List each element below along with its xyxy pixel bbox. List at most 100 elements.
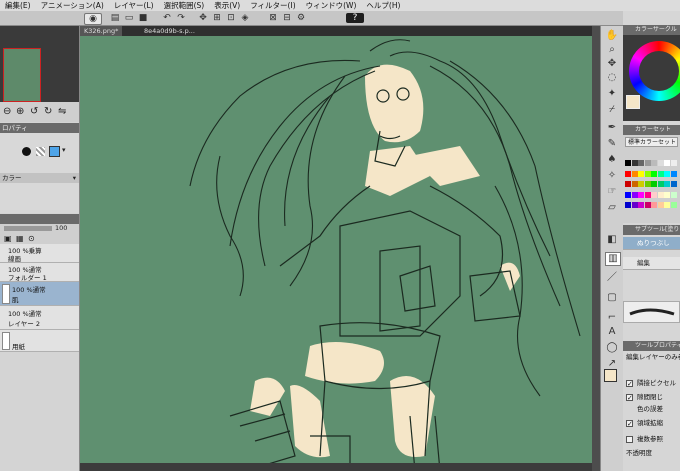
swatch[interactable] — [657, 181, 664, 187]
pen-icon[interactable]: ✒ — [605, 122, 619, 134]
eyedropper-icon[interactable]: ⌿ — [605, 104, 619, 116]
swatch[interactable] — [638, 181, 644, 187]
swatch[interactable] — [670, 170, 677, 177]
layer-row-skin[interactable]: 100 %通常 肌 — [0, 282, 79, 306]
swatch[interactable] — [638, 191, 644, 198]
swatch[interactable] — [638, 202, 644, 208]
menu-selection[interactable]: 選択範囲(S) — [159, 0, 210, 11]
brush-tip-icon[interactable] — [22, 147, 31, 156]
swatch[interactable] — [664, 160, 670, 166]
menu-help[interactable]: ヘルプ(H) — [361, 0, 405, 11]
chevron-down-icon[interactable]: ▾ — [62, 146, 66, 154]
menu-layer[interactable]: レイヤー(L) — [109, 0, 159, 11]
swatch[interactable] — [651, 181, 657, 187]
wand-icon[interactable]: ✦ — [605, 88, 619, 100]
swatch[interactable] — [644, 160, 651, 166]
lasso-icon[interactable]: ◌ — [605, 72, 619, 84]
undo-icon[interactable]: ↶ — [162, 13, 172, 23]
redo-icon[interactable]: ↷ — [176, 13, 186, 23]
deselect-icon[interactable]: ⊡ — [226, 13, 236, 23]
transform-icon[interactable]: ✥ — [198, 13, 208, 23]
layer-row-layer2[interactable]: 100 %通常 レイヤー 2 — [0, 306, 79, 330]
swatch[interactable] — [657, 170, 664, 177]
prop-area-scaling[interactable]: ✓ 領域拡縮 — [623, 417, 680, 430]
swatch[interactable] — [670, 160, 677, 166]
flip-icon[interactable]: ⇋ — [58, 106, 66, 117]
canvas-area[interactable]: K326.png* 8e4a0d9b-s.p... — [80, 26, 592, 471]
swatch[interactable] — [631, 170, 638, 177]
swatch[interactable] — [664, 191, 670, 198]
color-circle-tab[interactable]: カラーサークル — [623, 25, 680, 35]
swatch[interactable] — [670, 202, 677, 208]
zoom-out-icon[interactable]: ⊖ — [3, 106, 11, 117]
blend-icon[interactable]: ☞ — [605, 186, 619, 198]
fill-layer-icon[interactable]: ■ — [138, 13, 148, 23]
prop-color-margin[interactable]: 色の誤差 — [623, 403, 680, 416]
swatch[interactable] — [664, 181, 670, 187]
swatch[interactable] — [631, 160, 638, 166]
grid-icon[interactable]: ⊠ — [268, 13, 278, 23]
layer-tab[interactable] — [0, 214, 79, 224]
main-color-swatch[interactable] — [604, 369, 617, 382]
menu-window[interactable]: ウィンドウ(W) — [301, 0, 362, 11]
swatch[interactable] — [625, 170, 631, 177]
current-color-swatch[interactable] — [626, 95, 640, 109]
sub-tool-fill[interactable]: ぬりつぶし — [623, 237, 680, 250]
swatch[interactable] — [651, 160, 657, 166]
prop-adjacent-pixel[interactable]: ✓ 隣接ピクセル — [623, 377, 680, 390]
prop-opacity[interactable]: 不透明度 — [623, 447, 680, 460]
menu-filter[interactable]: フィルター(I) — [245, 0, 300, 11]
checkbox-checked[interactable]: ✓ — [626, 420, 633, 428]
ruler-icon[interactable]: ⌐ — [605, 312, 619, 324]
prop-multi-reference[interactable]: 複数参照 — [623, 433, 680, 446]
gradient-icon[interactable]: ▥ — [605, 252, 621, 266]
swatch[interactable] — [670, 191, 677, 198]
swatch[interactable] — [664, 202, 670, 208]
layer-row-folder[interactable]: 100 %通常 フォルダー 1 — [0, 263, 79, 282]
swatch[interactable] — [625, 202, 631, 208]
layer-row-lineart[interactable]: 100 %乗算 線画 — [0, 244, 79, 263]
swatch[interactable] — [644, 181, 651, 187]
opacity-slider[interactable] — [4, 226, 52, 231]
move-icon[interactable]: ✥ — [605, 58, 619, 70]
color-dropdown[interactable]: カラー ▾ — [0, 173, 79, 183]
swatch[interactable] — [664, 170, 670, 177]
eraser-icon[interactable]: ▱ — [605, 202, 619, 214]
fill-icon[interactable]: ◧ — [605, 234, 619, 246]
checkbox-checked[interactable]: ✓ — [626, 394, 633, 402]
rotate-right-icon[interactable]: ↻ — [44, 106, 52, 117]
tool-property-tab[interactable]: ツールプロパティ — [623, 341, 680, 351]
lock-icon[interactable]: ⊙ — [28, 234, 35, 243]
swatch[interactable] — [631, 191, 638, 198]
swatch[interactable] — [644, 170, 651, 177]
swatch[interactable] — [651, 191, 657, 198]
swatch[interactable] — [670, 181, 677, 187]
checkbox-checked[interactable]: ✓ — [626, 380, 633, 388]
checkbox-unchecked[interactable] — [626, 436, 633, 443]
swatch[interactable] — [631, 181, 638, 187]
menu-view[interactable]: 表示(V) — [209, 0, 245, 11]
zoom-in-icon[interactable]: ⊕ — [16, 106, 24, 117]
menu-animation[interactable]: アニメーション(A) — [36, 0, 109, 11]
swatch[interactable] — [638, 160, 644, 166]
swatch[interactable] — [651, 170, 657, 177]
app-logo-icon[interactable]: ◉ — [84, 13, 102, 25]
property-tab[interactable]: ロパティ — [0, 123, 79, 133]
swatch[interactable] — [644, 191, 651, 198]
swatch[interactable] — [625, 160, 631, 166]
rotate-left-icon[interactable]: ↺ — [30, 106, 38, 117]
zoom-icon[interactable]: ⌕ — [605, 44, 619, 56]
settings-icon[interactable]: ⚙ — [296, 13, 306, 23]
new-folder-icon[interactable]: ▦ — [16, 234, 24, 243]
hand-icon[interactable]: ✋ — [605, 30, 619, 42]
balloon-icon[interactable]: ◯ — [605, 342, 619, 354]
menu-edit[interactable]: 編集(E) — [0, 0, 36, 11]
fill-bucket-icon[interactable]: ◈ — [240, 13, 250, 23]
brush-icon[interactable]: ♠ — [605, 154, 619, 166]
airbrush-icon[interactable]: ✧ — [605, 170, 619, 182]
pencil-icon[interactable]: ✎ — [605, 138, 619, 150]
layer-row-paper[interactable]: 用紙 — [0, 330, 79, 352]
help-icon[interactable]: ? — [346, 13, 364, 23]
swatch[interactable] — [657, 191, 664, 198]
document-tab-k326[interactable]: K326.png* — [80, 26, 123, 36]
